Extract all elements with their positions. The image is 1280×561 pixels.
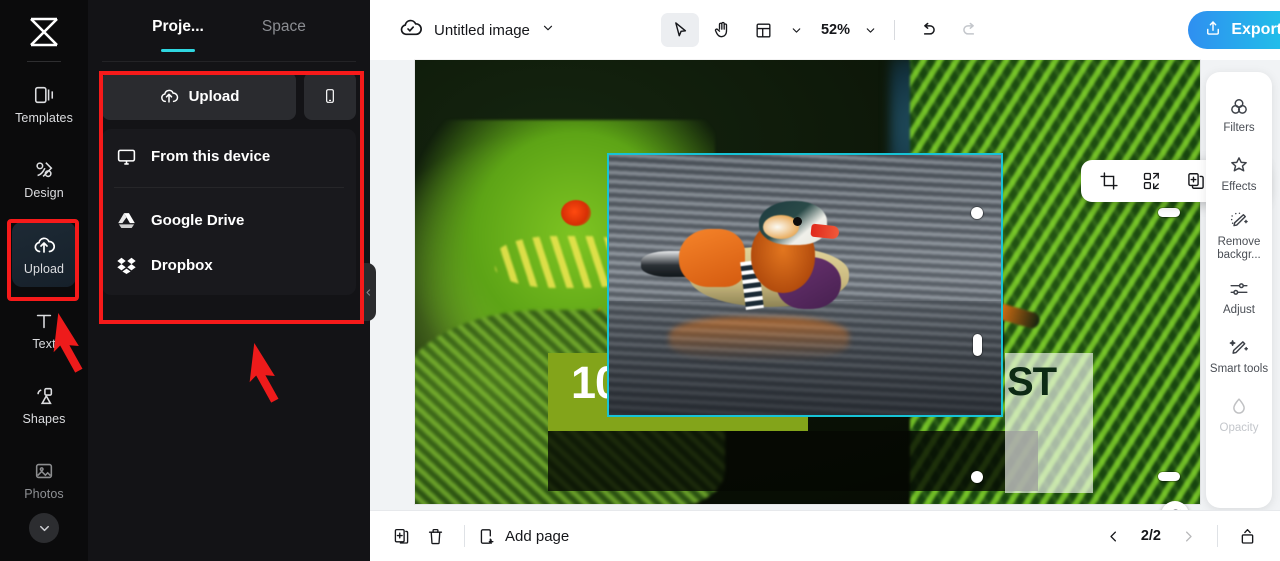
panel-collapse-handle[interactable]	[360, 263, 376, 321]
tool-adjust[interactable]: Adjust	[1207, 269, 1271, 327]
panel-body: Upload From this device Google Drive Dro…	[88, 62, 370, 295]
source-google-drive[interactable]: Google Drive	[102, 198, 356, 243]
resize-handle-top-left[interactable]	[971, 207, 983, 219]
ghost-overlay-text[interactable]: ST	[1007, 360, 1057, 405]
upload-panel: Proje... Space Upload From this device G…	[88, 0, 370, 561]
resize-handle-bottom-center[interactable]	[1158, 472, 1180, 481]
upload-button[interactable]: Upload	[102, 72, 296, 120]
upload-row: Upload	[102, 72, 356, 120]
sidebar-item-label: Design	[24, 186, 64, 200]
canvas-area[interactable]: 10 ST Filters Effects Remove backgr... A…	[370, 60, 1280, 529]
replace-button[interactable]	[1136, 165, 1168, 197]
page-navigation: 2/2	[1101, 523, 1280, 549]
layout-tool-button[interactable]	[745, 13, 783, 47]
left-rail: Templates Design Upload Text Shapes Phot…	[0, 0, 88, 561]
select-tool-button[interactable]	[660, 13, 699, 47]
tool-opacity: Opacity	[1207, 387, 1271, 445]
tool-label: Adjust	[1223, 304, 1255, 317]
delete-page-button[interactable]	[418, 519, 452, 553]
top-toolbar-center: 52%	[370, 0, 1280, 60]
mobile-upload-button[interactable]	[304, 72, 356, 120]
crop-button[interactable]	[1093, 165, 1125, 197]
panel-tabs: Proje... Space	[88, 0, 370, 62]
capcut-logo-icon[interactable]	[22, 12, 66, 52]
export-button-label: Export	[1231, 21, 1280, 38]
tool-label: Effects	[1221, 180, 1257, 193]
dark-band	[548, 431, 1038, 491]
duck-reflection	[669, 317, 849, 361]
sidebar-item-label: Templates	[15, 110, 73, 125]
duplicate-page-button[interactable]	[384, 519, 418, 553]
add-page-label: Add page	[505, 527, 570, 545]
toolbar-divider	[894, 20, 896, 40]
tool-label: Smart tools	[1209, 363, 1269, 376]
tool-label: Opacity	[1219, 422, 1259, 435]
tab-space[interactable]: Space	[262, 18, 306, 52]
layout-chevron-down-icon[interactable]	[787, 13, 807, 47]
prev-page-button[interactable]	[1101, 523, 1127, 549]
editor-area: Untitled image 52% Export 10 ST Filters …	[370, 0, 1280, 561]
next-page-button	[1175, 523, 1201, 549]
export-button[interactable]: Export	[1188, 11, 1280, 49]
source-label: From this device	[151, 148, 271, 165]
resize-handle-bottom-left[interactable]	[971, 471, 983, 483]
source-from-this-device[interactable]: From this device	[102, 129, 356, 184]
tool-label: Filters	[1223, 121, 1255, 134]
duck-sail-feather	[679, 229, 745, 287]
sidebar-item-design[interactable]: Design	[12, 147, 76, 212]
selected-image-duck[interactable]	[607, 153, 1003, 417]
sidebar-item-label: Photos	[24, 487, 64, 502]
sidebar-item-label: Upload	[23, 262, 65, 277]
sidebar-item-text[interactable]: Text	[12, 297, 76, 362]
source-label: Google Drive	[151, 212, 245, 229]
source-separator	[114, 187, 344, 188]
capcut-editor-window: Templates Design Upload Text Shapes Phot…	[0, 0, 1280, 561]
sidebar-item-shapes[interactable]: Shapes	[12, 373, 76, 438]
frog-eye	[561, 200, 591, 226]
add-page-button[interactable]: Add page	[477, 527, 569, 546]
expand-panel-button[interactable]	[1234, 523, 1260, 549]
source-gap	[102, 191, 356, 198]
duck-eye	[793, 217, 802, 226]
hand-tool-button[interactable]	[703, 13, 741, 47]
duck-bill	[810, 223, 840, 240]
sidebar-item-photos[interactable]: Photos	[12, 448, 76, 513]
sidebar-item-upload[interactable]: Upload	[12, 222, 76, 288]
tool-label: Remove backgr...	[1217, 236, 1261, 261]
undo-button[interactable]	[909, 13, 947, 47]
resize-handle-top-center[interactable]	[1158, 208, 1180, 217]
resize-handle-middle-left[interactable]	[973, 334, 982, 356]
sidebar-item-label: Text	[32, 336, 56, 351]
tool-filters[interactable]: Filters	[1207, 86, 1271, 144]
bottom-divider	[464, 525, 465, 547]
chevron-down-icon[interactable]	[29, 513, 59, 544]
rail-divider	[27, 60, 61, 62]
upload-button-label: Upload	[188, 87, 240, 105]
tool-remove-background[interactable]: Remove backgr...	[1207, 204, 1271, 268]
top-toolbar: Untitled image 52% Export	[370, 0, 1280, 60]
bottom-toolbar: Add page 2/2	[370, 510, 1280, 561]
tool-effects[interactable]: Effects	[1207, 145, 1271, 203]
zoom-level[interactable]: 52%	[811, 22, 856, 38]
zoom-chevron-down-icon[interactable]	[860, 13, 880, 47]
tab-projects[interactable]: Proje...	[152, 18, 204, 52]
source-dropbox[interactable]: Dropbox	[102, 243, 356, 288]
sidebar-item-templates[interactable]: Templates	[12, 72, 76, 137]
right-tools-panel: Filters Effects Remove backgr... Adjust …	[1206, 72, 1272, 508]
redo-button	[951, 13, 989, 47]
source-gap-bottom	[102, 288, 356, 295]
tool-smart-tools[interactable]: Smart tools	[1207, 328, 1271, 386]
bottom-divider-right	[1217, 525, 1218, 547]
design-page[interactable]: 10 ST	[415, 60, 1200, 504]
upload-sources-card: From this device Google Drive Dropbox	[102, 129, 356, 295]
page-indicator: 2/2	[1140, 528, 1161, 544]
sidebar-item-label: Shapes	[22, 411, 66, 426]
source-label: Dropbox	[151, 257, 213, 274]
export-upload-icon	[1204, 19, 1222, 42]
mandarin-duck	[641, 199, 889, 319]
